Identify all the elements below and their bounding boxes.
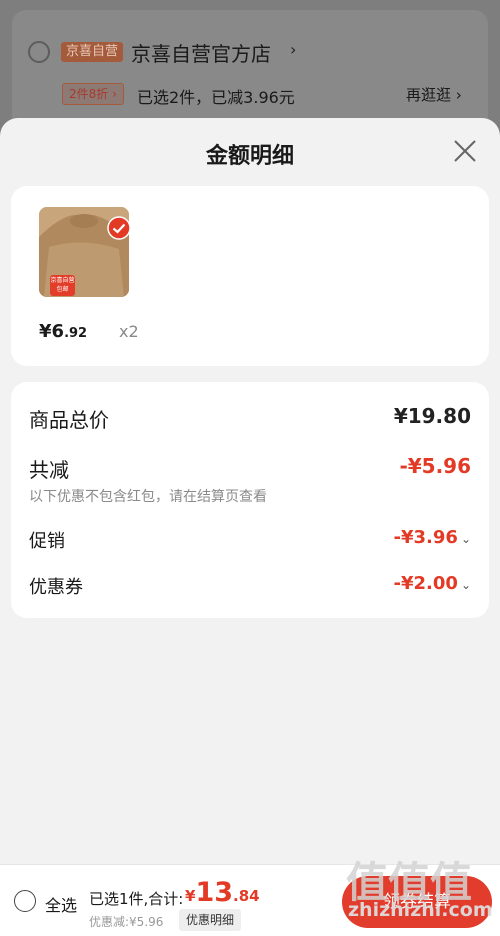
store-chevron-icon: › (290, 40, 297, 59)
sheet-title: 金额明细 (205, 144, 294, 169)
product-card: 京喜自营 包邮 ¥6.92 x2 (11, 186, 489, 366)
product-quantity: x2 (119, 322, 139, 341)
store-tag: 京喜自营 (61, 42, 124, 62)
chevron-down-icon: ⌄ (460, 578, 471, 592)
promotion-label: 促销 (29, 531, 65, 552)
coupon-value[interactable]: -¥2.00 ⌄ (394, 573, 471, 594)
promo-tag[interactable]: 2件8折 › (62, 83, 124, 105)
selected-summary: 已选1件,合计: (89, 890, 184, 908)
coupon-label: 优惠券 (29, 577, 83, 598)
total-amount: ¥13.84 (185, 877, 260, 908)
discount-detail-button[interactable]: 优惠明细 (179, 909, 242, 931)
browse-more-link[interactable]: 再逛逛 › (406, 84, 462, 105)
total-discount-label: 共减 (29, 458, 69, 482)
promotion-value[interactable]: -¥3.96 ⌄ (394, 527, 471, 548)
promo-text: 已选2件，已减3.96元 (137, 88, 295, 107)
total-price-label: 商品总价 (29, 408, 109, 432)
amount-detail-sheet: 金额明细 京喜自营 包邮 ¥6.92 x2 商品总价 ¥19.80 共减 -¥5.… (0, 118, 500, 936)
select-all-label[interactable]: 全选 (45, 892, 77, 916)
product-price: ¥6.92 (39, 321, 88, 342)
free-shipping-badge: 京喜自营 包邮 (50, 275, 75, 296)
store-select-radio[interactable] (28, 41, 50, 63)
total-price-value: ¥19.80 (393, 404, 471, 428)
price-detail-card: 商品总价 ¥19.80 共减 -¥5.96 以下优惠不包含红包，请在结算页查看 … (11, 382, 489, 618)
product-checked-icon (107, 216, 131, 240)
close-icon[interactable] (452, 138, 478, 164)
total-discount-value: -¥5.96 (399, 454, 471, 478)
discount-note: 以下优惠不包含红包，请在结算页查看 (29, 489, 267, 505)
chevron-down-icon: ⌄ (460, 532, 471, 546)
checkout-bar: 全选 已选1件,合计: ¥13.84 优惠减:¥5.96 优惠明细 领券结算 (0, 864, 500, 936)
select-all-radio[interactable] (14, 890, 36, 912)
checkout-button[interactable]: 领券结算 (342, 876, 492, 928)
store-name[interactable]: 京喜自营官方店 (131, 38, 271, 67)
discount-summary: 优惠减:¥5.96 (89, 915, 164, 929)
